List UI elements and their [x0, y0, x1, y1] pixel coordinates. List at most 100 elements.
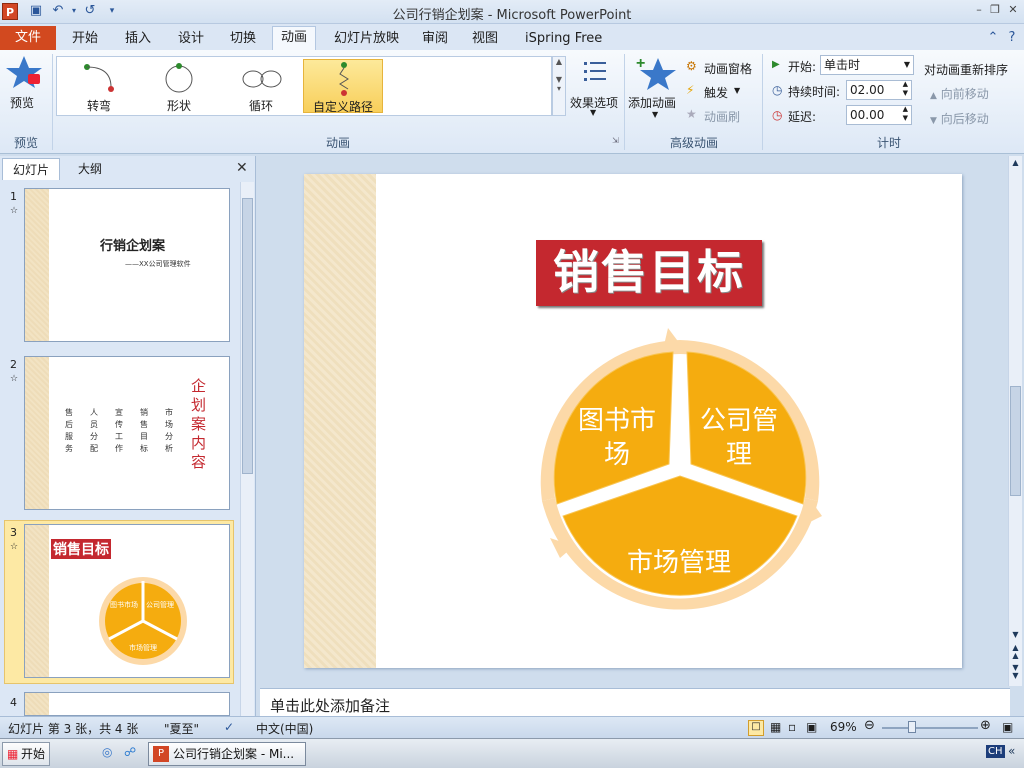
zoom-out-icon[interactable]: ⊖: [864, 718, 875, 733]
animation-pane-button[interactable]: ⚙ 动画窗格: [686, 59, 758, 77]
taskbar-powerpoint-item[interactable]: P 公司行销企划案 - Mi...: [148, 742, 306, 766]
close-icon[interactable]: ✕: [1006, 3, 1020, 17]
trigger-button[interactable]: ⚡ 触发 ▼: [686, 83, 746, 101]
tab-animations[interactable]: 动画: [272, 26, 316, 51]
move-earlier-button[interactable]: ▲ 向前移动: [930, 85, 1010, 101]
ribbon: 预览 预览 转弯 形状 循环 自定义路径 ▲ ▼ ▾ 效果选项 ▼ 动画 ⇲ + 添…: [0, 50, 1024, 154]
language-indicator[interactable]: 中文(中国): [256, 720, 313, 737]
slide-thumbnail-1[interactable]: 行销企划案 ——XX公司管理软件: [24, 188, 230, 342]
start-select[interactable]: 单击时 ▼: [820, 55, 914, 75]
cycle-diagram[interactable]: [530, 326, 830, 636]
slide-thumbnail-2[interactable]: 售后服务 人员分配 宣传工作 销售目标 市场分析 企划案内容: [24, 356, 230, 510]
notes-pane[interactable]: 单击此处添加备注: [260, 688, 1010, 716]
anim-shape[interactable]: 形状: [139, 59, 219, 113]
current-slide[interactable]: 销售目标 图书市场 公司管理 市场管理: [304, 174, 962, 668]
effect-options-button[interactable]: 效果选项 ▼: [570, 58, 622, 124]
quicklaunch-icon[interactable]: ◎: [102, 745, 112, 759]
tab-design[interactable]: 设计: [174, 28, 208, 50]
tab-outline[interactable]: 大纲: [68, 158, 112, 180]
spinner-arrows-icon[interactable]: ▲ ▼: [903, 80, 908, 98]
tray-expand-icon[interactable]: «: [1008, 744, 1015, 758]
tab-ispring[interactable]: iSpring Free: [521, 28, 606, 50]
close-panel-icon[interactable]: ✕: [236, 160, 248, 176]
help-icon[interactable]: ?: [1004, 30, 1020, 46]
add-animation-button[interactable]: + 添加动画 ▼: [628, 54, 684, 124]
spell-check-icon[interactable]: ✓: [224, 720, 234, 734]
gallery-scroll[interactable]: ▲ ▼ ▾: [552, 56, 566, 116]
animation-painter-button[interactable]: ★ 动画刷: [686, 107, 746, 125]
tab-insert[interactable]: 插入: [121, 28, 155, 50]
animation-star-icon: ☆: [10, 374, 19, 384]
start-label: 开始: [21, 747, 46, 761]
tab-file[interactable]: 文件: [0, 26, 56, 50]
editor-scrollbar[interactable]: ▲ ▼ ▲ ▲ ▼ ▼: [1008, 156, 1022, 686]
tab-view[interactable]: 视图: [468, 28, 502, 50]
fit-to-window-icon[interactable]: ▣: [1002, 720, 1013, 734]
thumb-title: 企划案内容: [191, 377, 207, 471]
help-collapse-icon[interactable]: ⌃: [985, 30, 1001, 46]
thumb-number: 1: [10, 190, 17, 203]
slide-thumbnail-3[interactable]: 销售目标 图书市场 公司管理 市场管理: [24, 524, 230, 678]
tab-slideshow[interactable]: 幻灯片放映: [330, 28, 403, 50]
internet-explorer-icon[interactable]: ☍: [124, 745, 136, 759]
previous-slide-icon[interactable]: ▲ ▲: [1009, 644, 1022, 660]
delay-value: 00.00: [850, 108, 885, 122]
normal-view-icon[interactable]: □: [748, 720, 764, 736]
zoom-in-icon[interactable]: ⊕: [980, 718, 991, 733]
reorder-title: 对动画重新排序: [924, 63, 1009, 77]
zoom-slider-thumb[interactable]: [908, 721, 916, 733]
scroll-down-icon[interactable]: ▼: [1009, 630, 1022, 639]
tab-transitions[interactable]: 切换: [226, 28, 260, 50]
segment-market-management[interactable]: 市场管理: [614, 542, 744, 579]
slides-panel: 幻灯片 大纲 ✕ 1 ☆ 行销企划案 ——XX公司管理软件 2 ☆ 售后服务 人…: [0, 156, 256, 716]
minimize-icon[interactable]: –: [972, 3, 986, 17]
tab-review[interactable]: 审阅: [418, 28, 452, 50]
slideshow-view-icon[interactable]: ▣: [806, 720, 817, 734]
preview-button[interactable]: 预览: [4, 54, 44, 122]
theme-name[interactable]: "夏至": [164, 720, 199, 737]
slide-title[interactable]: 销售目标: [536, 240, 762, 306]
move-later-button[interactable]: ▼ 向后移动: [930, 110, 1010, 126]
scroll-up-icon[interactable]: ▲: [1009, 158, 1022, 167]
delay-spinner[interactable]: 00.00 ▲ ▼: [846, 105, 912, 125]
zoom-slider-track[interactable]: [882, 727, 978, 729]
group-separator: [762, 54, 763, 150]
thumb-title: 销售目标: [51, 539, 111, 559]
powerpoint-window: { "window": {"title": "公司行销企划案 - Microso…: [0, 0, 1024, 768]
delay-label: 延迟:: [788, 110, 817, 124]
windows-logo-icon: ▦: [7, 747, 19, 761]
slide-thumbnail-4[interactable]: [24, 692, 230, 716]
move-later-label: 向后移动: [940, 112, 989, 126]
zoom-level[interactable]: 69%: [830, 720, 857, 734]
duration-spinner[interactable]: 02.00 ▲ ▼: [846, 80, 912, 100]
start-button[interactable]: ▦ 开始: [2, 742, 50, 766]
slide-counter: 幻灯片 第 3 张，共 4 张: [8, 722, 139, 736]
reading-view-icon[interactable]: ▫: [788, 720, 796, 734]
panel-scroll-thumb[interactable]: [242, 198, 253, 474]
delay-clock-icon: ◷: [772, 108, 783, 122]
ime-indicator[interactable]: CH: [986, 745, 1005, 758]
taskbar: ▦ 开始 ◎ ☍ P 公司行销企划案 - Mi... CH «: [0, 738, 1024, 768]
loop-path-icon: [242, 70, 282, 88]
anim-custom-path[interactable]: 自定义路径: [303, 59, 383, 114]
duration-value: 02.00: [850, 83, 885, 97]
spinner-arrows-icon[interactable]: ▲ ▼: [903, 105, 908, 123]
segment-company-management[interactable]: 公司管理: [694, 404, 784, 472]
tab-slides[interactable]: 幻灯片: [2, 158, 61, 180]
next-slide-icon[interactable]: ▼ ▼: [1009, 664, 1022, 680]
up-arrow-icon: ▲: [930, 91, 937, 101]
effect-options-icon: [584, 62, 606, 81]
advanced-animation-group-label: 高级动画: [669, 136, 718, 150]
slide-sorter-icon[interactable]: ▦: [770, 720, 781, 734]
panel-scrollbar[interactable]: [240, 182, 254, 716]
tab-home[interactable]: 开始: [68, 28, 102, 50]
thumb-strip: [25, 357, 49, 509]
editor-scroll-thumb[interactable]: [1010, 386, 1021, 496]
segment-book-market[interactable]: 图书市场: [572, 404, 662, 472]
turn-path-icon: [84, 64, 114, 92]
anim-loop[interactable]: 循环: [221, 59, 301, 113]
status-bar: 幻灯片 第 3 张，共 4 张 "夏至" ✓ 中文(中国) □ ▦ ▫ ▣ 69…: [0, 716, 1024, 738]
dialog-launcher-icon[interactable]: ⇲: [612, 136, 619, 145]
anim-turn[interactable]: 转弯: [59, 59, 139, 113]
restore-icon[interactable]: ❐: [988, 3, 1002, 17]
